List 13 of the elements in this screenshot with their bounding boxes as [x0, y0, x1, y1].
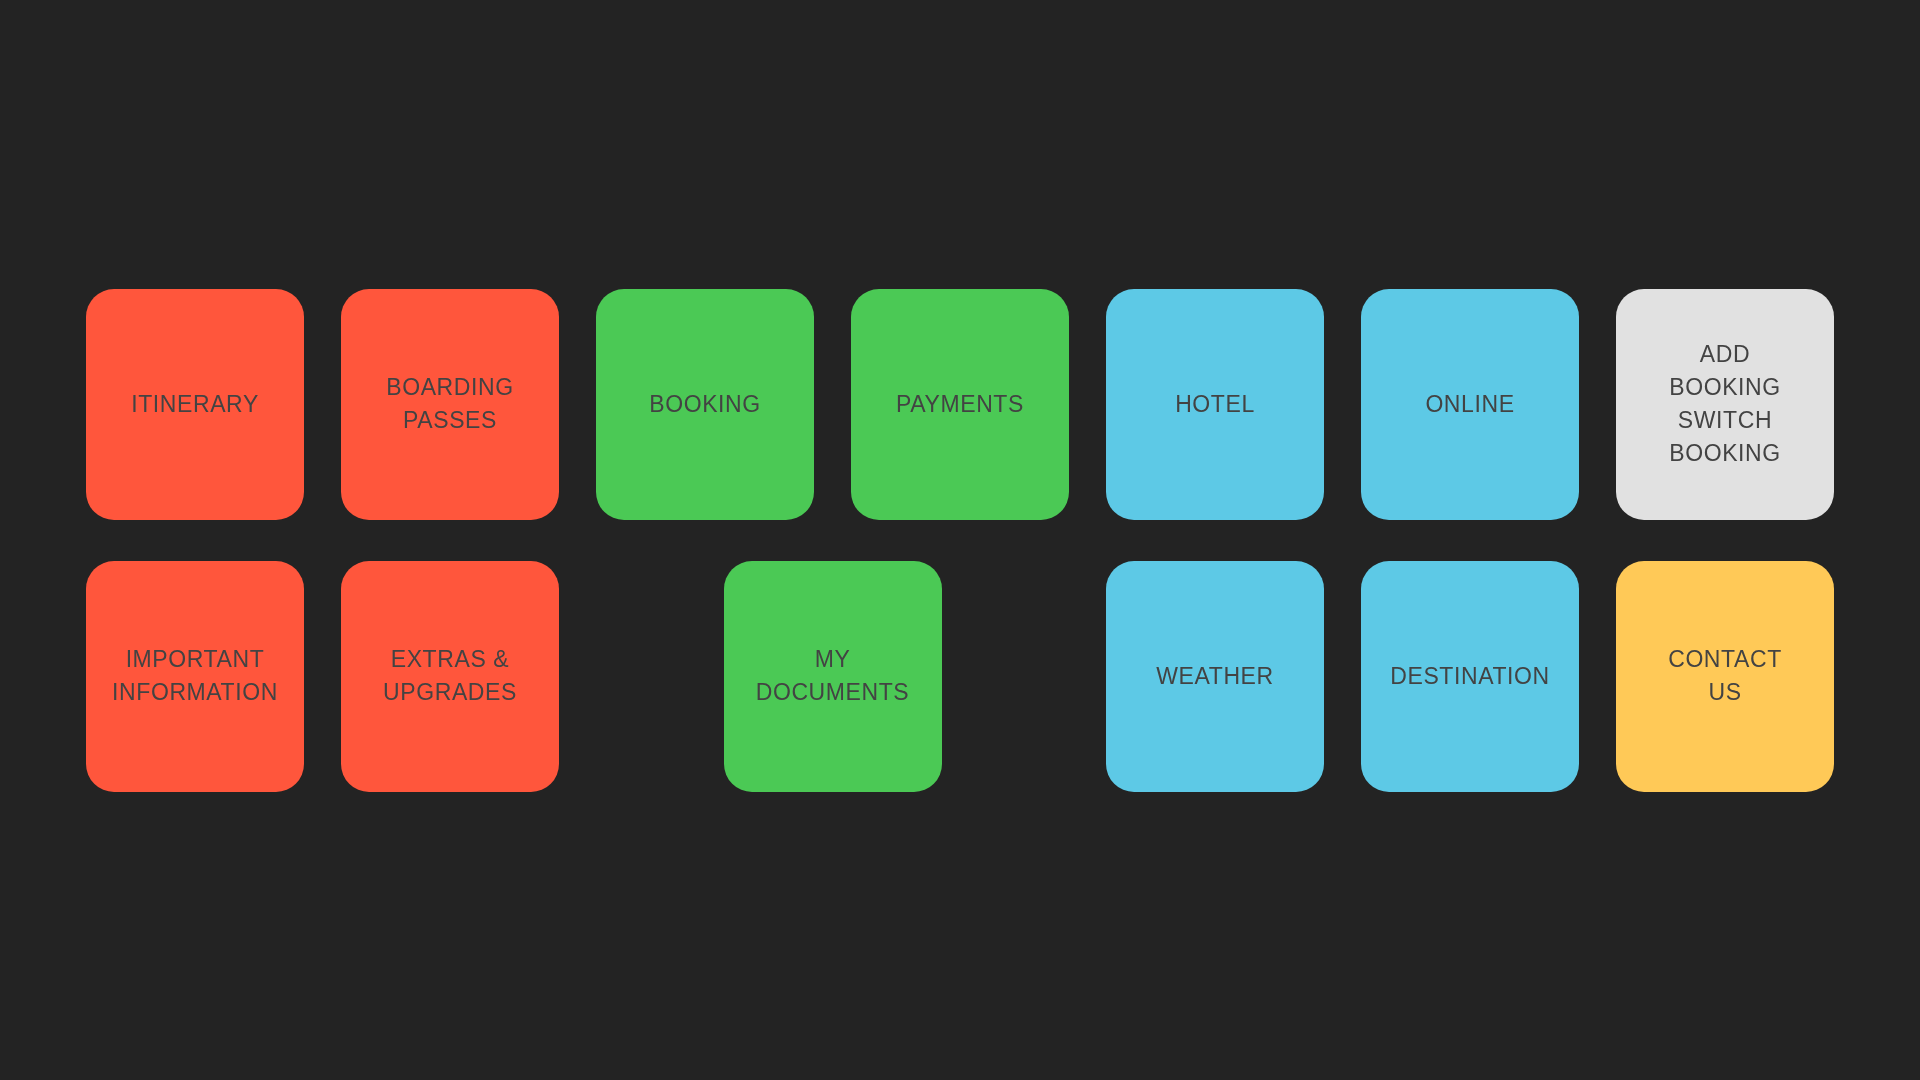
- menu-tile[interactable]: CONTACT US: [1616, 560, 1834, 792]
- menu-tile[interactable]: EXTRAS & UPGRADES: [341, 560, 559, 792]
- menu-tile[interactable]: ADD BOOKING SWITCH BOOKING: [1616, 288, 1834, 520]
- menu-tile[interactable]: WEATHER: [1106, 560, 1324, 792]
- menu-tile[interactable]: HOTEL: [1106, 288, 1324, 520]
- menu-tile[interactable]: IMPORTANT INFORMATION: [86, 560, 304, 792]
- menu-tile[interactable]: PAYMENTS: [851, 288, 1069, 520]
- menu-tile[interactable]: DESTINATION: [1361, 560, 1579, 792]
- menu-tile[interactable]: BOARDING PASSES: [341, 288, 559, 520]
- menu-tile[interactable]: ITINERARY: [86, 288, 304, 520]
- menu-tile[interactable]: ONLINE: [1361, 288, 1579, 520]
- menu-tile[interactable]: BOOKING: [596, 288, 814, 520]
- menu-tile[interactable]: MY DOCUMENTS: [723, 560, 942, 792]
